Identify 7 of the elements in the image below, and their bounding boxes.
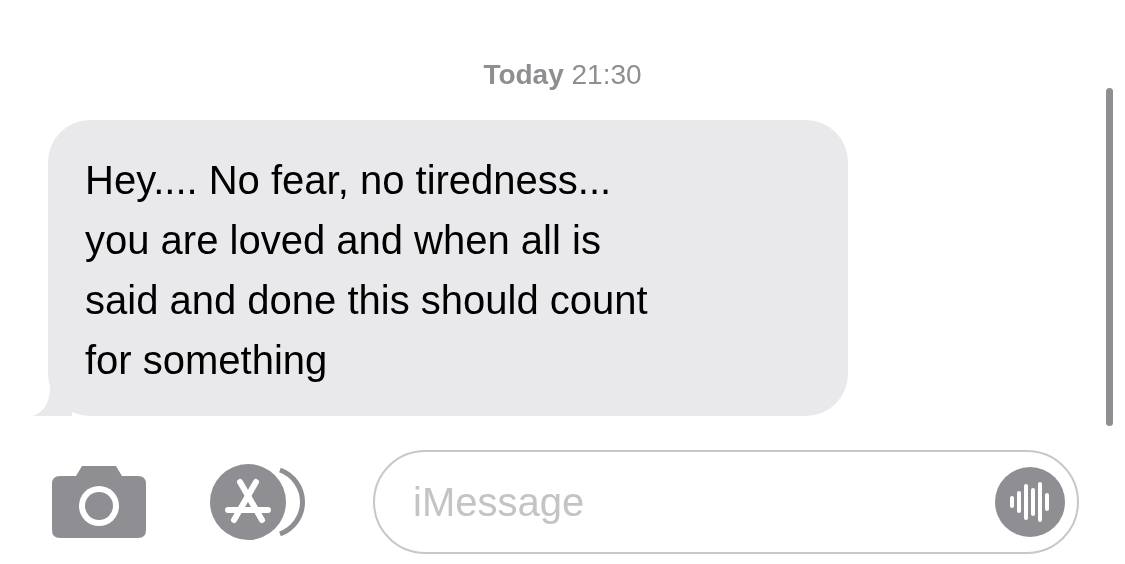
timestamp: Today 21:30 <box>483 59 642 90</box>
camera-icon[interactable] <box>52 466 146 538</box>
message-bubble: Hey.... No fear, no tiredness... you are loved and when all is said and done this should count for something <box>48 120 848 416</box>
scrollbar[interactable] <box>1106 88 1113 426</box>
message-input[interactable]: iMessage <box>411 471 995 533</box>
audio-icon[interactable] <box>995 467 1065 537</box>
message-field[interactable]: iMessage <box>373 450 1079 554</box>
